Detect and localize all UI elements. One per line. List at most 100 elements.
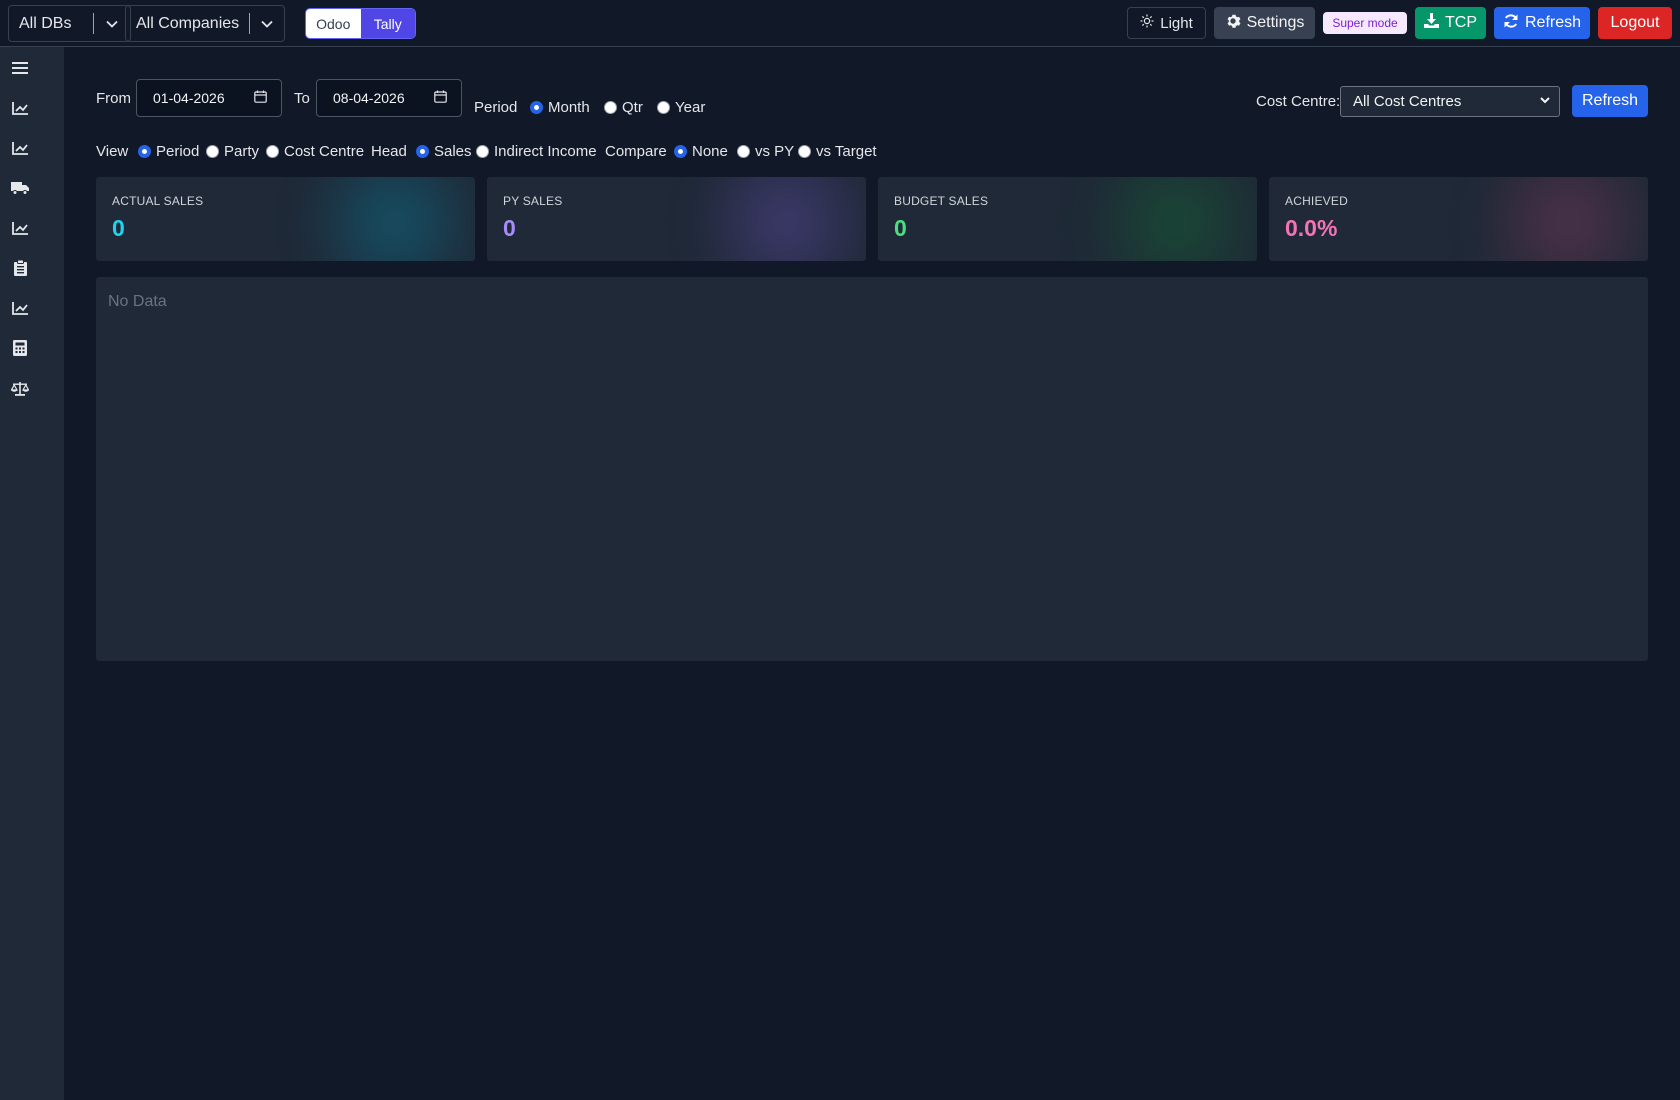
kpi-title: ACHIEVED bbox=[1285, 194, 1348, 208]
sidebar-item-report-chart-icon[interactable] bbox=[9, 297, 31, 319]
no-data-message: No Data bbox=[108, 293, 167, 310]
kpi-title: PY SALES bbox=[503, 194, 563, 208]
radio-dot[interactable] bbox=[798, 145, 811, 158]
view-period-radio[interactable]: Period bbox=[138, 143, 199, 160]
chevron-down-icon bbox=[1539, 93, 1551, 110]
sun-icon bbox=[1140, 14, 1154, 32]
from-date-value: 01-04-2026 bbox=[153, 90, 225, 106]
period-month-radio[interactable]: Month bbox=[530, 99, 590, 116]
cost-centre-label: Cost Centre: bbox=[1256, 93, 1341, 110]
calendar-icon[interactable] bbox=[254, 90, 267, 106]
radio-dot[interactable] bbox=[476, 145, 489, 158]
sidebar-item-sales-chart-icon[interactable] bbox=[9, 97, 31, 119]
radio-label: Qtr bbox=[622, 99, 643, 116]
from-label: From bbox=[96, 90, 131, 107]
from-date-input[interactable]: 01-04-2026 bbox=[136, 79, 282, 117]
tcp-label: TCP bbox=[1445, 14, 1477, 31]
kpi-value: 0 bbox=[112, 215, 125, 241]
db-select[interactable]: All DBs bbox=[8, 5, 131, 42]
radio-dot[interactable] bbox=[604, 101, 617, 114]
radio-dot[interactable] bbox=[737, 145, 750, 158]
to-label: To bbox=[294, 90, 310, 107]
radio-dot[interactable] bbox=[674, 145, 687, 158]
card-glow bbox=[285, 177, 475, 261]
clipboard-icon[interactable] bbox=[9, 257, 31, 279]
radio-label: None bbox=[692, 143, 728, 160]
radio-label: Party bbox=[224, 143, 260, 160]
source-odoo-button[interactable]: Odoo bbox=[306, 9, 361, 38]
period-label: Period bbox=[474, 99, 518, 116]
view-cost-centre-radio[interactable]: Cost Centre bbox=[266, 143, 364, 160]
head-label: Head bbox=[371, 143, 407, 160]
top-bar: All DBs All Companies Odoo Tally Light S… bbox=[0, 0, 1680, 47]
chevron-down-icon bbox=[250, 17, 284, 31]
view-label: View bbox=[96, 143, 129, 160]
cost-centre-value: All Cost Centres bbox=[1353, 93, 1462, 110]
kpi-title: ACTUAL SALES bbox=[112, 194, 204, 208]
super-mode-badge[interactable]: Super mode bbox=[1323, 12, 1407, 34]
source-tally-button[interactable]: Tally bbox=[360, 9, 415, 38]
card-glow bbox=[1067, 177, 1257, 261]
db-select-label: All DBs bbox=[19, 14, 72, 32]
cost-centre-select[interactable]: All Cost Centres bbox=[1340, 86, 1560, 117]
sidebar-item-trend-chart-icon[interactable] bbox=[9, 217, 31, 239]
kpi-value: 0 bbox=[894, 215, 907, 241]
compare-vs-target-radio[interactable]: vs Target bbox=[798, 143, 877, 160]
kpi-card-actual-sales: ACTUAL SALES 0 bbox=[96, 177, 475, 261]
to-date-input[interactable]: 08-04-2026 bbox=[316, 79, 462, 117]
scale-icon[interactable] bbox=[9, 377, 31, 399]
global-refresh-label: Refresh bbox=[1524, 14, 1582, 31]
radio-dot[interactable] bbox=[206, 145, 219, 158]
gear-icon bbox=[1225, 13, 1241, 34]
period-year-radio[interactable]: Year bbox=[657, 99, 705, 116]
kpi-value: 0.0% bbox=[1285, 215, 1338, 241]
chart-panel: No Data bbox=[96, 277, 1648, 661]
radio-label: vs PY bbox=[755, 143, 795, 160]
view-party-radio[interactable]: Party bbox=[206, 143, 259, 160]
radio-dot[interactable] bbox=[416, 145, 429, 158]
radio-dot[interactable] bbox=[530, 101, 543, 114]
sidebar-item-analysis-chart-icon[interactable] bbox=[9, 137, 31, 159]
menu-icon[interactable] bbox=[9, 57, 31, 79]
card-glow bbox=[676, 177, 866, 261]
radio-label: Period bbox=[156, 143, 200, 160]
radio-label: Month bbox=[548, 99, 590, 116]
head-indirect-income-radio[interactable]: Indirect Income bbox=[476, 143, 597, 160]
kpi-card-py-sales: PY SALES 0 bbox=[487, 177, 866, 261]
calendar-icon[interactable] bbox=[434, 90, 447, 106]
radio-dot[interactable] bbox=[657, 101, 670, 114]
radio-label: Sales bbox=[434, 143, 472, 160]
logout-button[interactable]: Logout bbox=[1598, 7, 1672, 39]
company-select[interactable]: All Companies bbox=[125, 5, 285, 42]
period-qtr-radio[interactable]: Qtr bbox=[604, 99, 643, 116]
light-theme-button[interactable]: Light bbox=[1127, 7, 1206, 39]
refresh-button[interactable]: Refresh bbox=[1572, 85, 1648, 117]
settings-button[interactable]: Settings bbox=[1214, 7, 1315, 39]
card-glow bbox=[1458, 177, 1648, 261]
truck-icon[interactable] bbox=[9, 177, 31, 199]
sidebar bbox=[0, 47, 64, 1100]
radio-dot[interactable] bbox=[138, 145, 151, 158]
head-sales-radio[interactable]: Sales bbox=[416, 143, 472, 160]
radio-label: Year bbox=[675, 99, 706, 116]
compare-label: Compare bbox=[605, 143, 667, 160]
kpi-card-achieved: ACHIEVED 0.0% bbox=[1269, 177, 1648, 261]
compare-vs-py-radio[interactable]: vs PY bbox=[737, 143, 794, 160]
light-theme-label: Light bbox=[1160, 14, 1193, 32]
compare-none-radio[interactable]: None bbox=[674, 143, 728, 160]
radio-dot[interactable] bbox=[266, 145, 279, 158]
company-select-label: All Companies bbox=[136, 14, 240, 32]
download-icon bbox=[1424, 13, 1439, 33]
calculator-icon[interactable] bbox=[9, 337, 31, 359]
radio-label: vs Target bbox=[816, 143, 877, 160]
global-refresh-button[interactable]: Refresh bbox=[1494, 7, 1590, 39]
refresh-icon bbox=[1503, 13, 1519, 34]
kpi-title: BUDGET SALES bbox=[894, 194, 989, 208]
kpi-value: 0 bbox=[503, 215, 516, 241]
radio-label: Cost Centre bbox=[284, 143, 365, 160]
kpi-card-budget-sales: BUDGET SALES 0 bbox=[878, 177, 1257, 261]
source-toggle: Odoo Tally bbox=[305, 8, 416, 39]
settings-label: Settings bbox=[1246, 14, 1305, 31]
tcp-download-button[interactable]: TCP bbox=[1415, 7, 1486, 39]
to-date-value: 08-04-2026 bbox=[333, 90, 405, 106]
